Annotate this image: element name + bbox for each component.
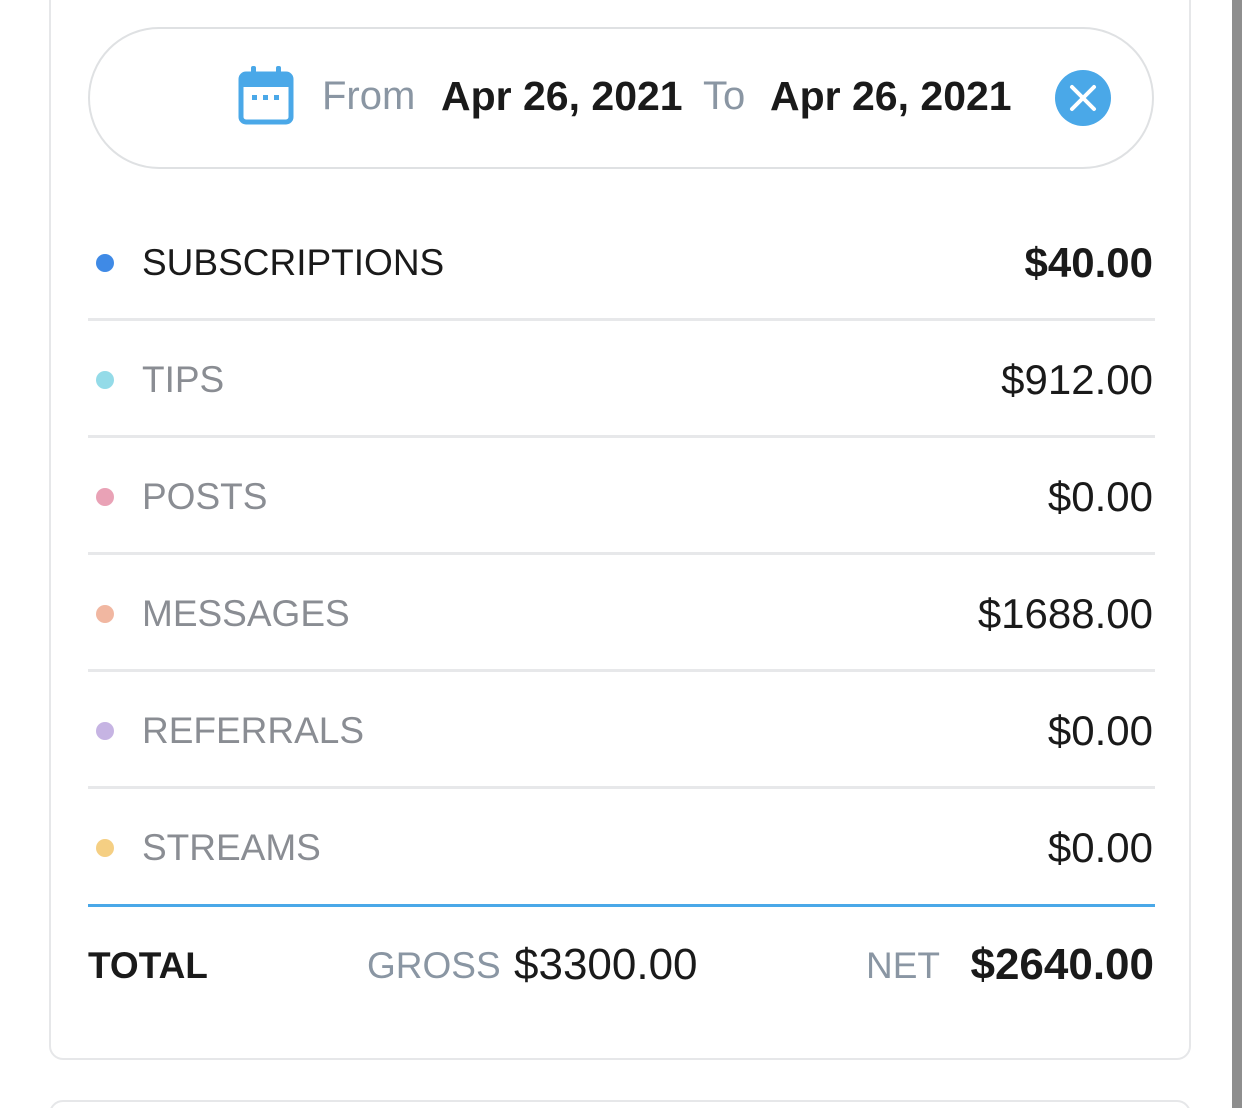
category-label: POSTS <box>142 476 268 517</box>
category-amount: $912.00 <box>1001 356 1153 403</box>
category-row-messages[interactable]: MESSAGES $1688.00 <box>88 555 1155 672</box>
net-label: NET <box>866 945 940 986</box>
category-amount: $0.00 <box>1047 707 1153 754</box>
gross-label: GROSS <box>367 945 501 986</box>
from-label: From <box>322 74 416 118</box>
category-row-tips[interactable]: TIPS $912.00 <box>88 321 1155 438</box>
category-row-subscriptions[interactable]: SUBSCRIPTIONS $40.00 <box>88 204 1155 321</box>
legend-dot <box>96 838 114 857</box>
category-label: STREAMS <box>142 827 321 868</box>
category-label: REFERRALS <box>142 710 365 751</box>
legend-dot <box>96 487 114 506</box>
category-amount: $0.00 <box>1047 473 1153 520</box>
category-label: TIPS <box>142 359 225 400</box>
close-icon <box>1070 85 1096 111</box>
category-row-streams[interactable]: STREAMS $0.00 <box>88 789 1155 906</box>
legend-dot <box>96 604 114 623</box>
gross-value: $3300.00 <box>514 940 698 989</box>
from-date[interactable]: Apr 26, 2021 <box>441 72 683 120</box>
category-label: MESSAGES <box>142 593 350 634</box>
category-row-posts[interactable]: POSTS $0.00 <box>88 438 1155 555</box>
clear-date-button[interactable] <box>1055 70 1111 126</box>
to-label: To <box>703 74 746 118</box>
scrollbar[interactable] <box>1232 0 1242 1108</box>
category-amount: $0.00 <box>1047 824 1153 871</box>
to-date[interactable]: Apr 26, 2021 <box>770 72 1012 120</box>
calendar-icon[interactable] <box>238 64 294 126</box>
category-label: SUBSCRIPTIONS <box>142 242 445 283</box>
legend-dot <box>96 721 114 740</box>
net-value: $2640.00 <box>970 940 1154 989</box>
category-amount: $1688.00 <box>977 590 1153 637</box>
total-divider <box>88 904 1155 907</box>
next-card <box>49 1100 1191 1108</box>
legend-dot <box>96 370 114 389</box>
category-row-referrals[interactable]: REFERRALS $0.00 <box>88 672 1155 789</box>
total-label: TOTAL <box>88 945 208 986</box>
earnings-page: From Apr 26, 2021 To Apr 26, 2021 SUBSCR… <box>0 0 1242 1108</box>
category-amount: $40.00 <box>1024 239 1153 286</box>
legend-dot <box>96 253 114 272</box>
